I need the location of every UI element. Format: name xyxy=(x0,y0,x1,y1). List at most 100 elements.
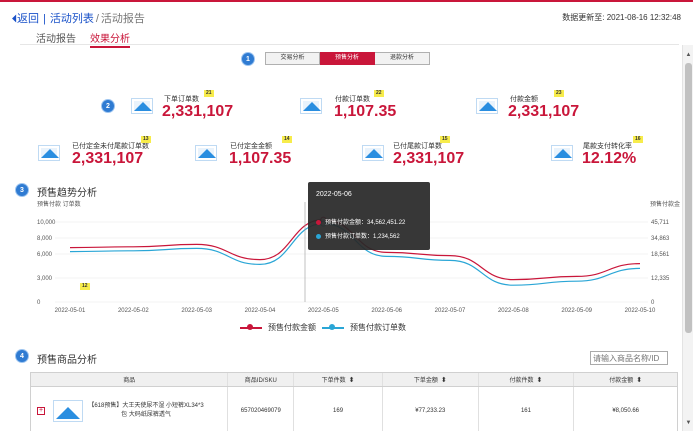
product-cell: + 【618预售】大王天使尿不湿 小短裤XL34*3包 大码纸尿裤透气 xyxy=(31,387,229,431)
image-placeholder-icon xyxy=(38,145,60,161)
back-link[interactable]: 返回 xyxy=(17,13,39,25)
annotation-tag: 13 xyxy=(141,136,151,143)
breadcrumb: ⏴返回 | 活动列表 / 活动报告 xyxy=(12,10,145,26)
order-amount: ¥77,233.23 xyxy=(383,387,479,431)
legend-item-amount[interactable]: 预售付款金额 xyxy=(240,322,316,333)
column-header-paid-qty[interactable]: 付款件数 ⬍ xyxy=(479,373,575,386)
x-tick-label: 2022-05-01 xyxy=(55,308,86,314)
sort-icon[interactable]: ⬍ xyxy=(441,376,447,384)
y-right-tick-label: 45,711 xyxy=(651,220,670,226)
legend-line-icon xyxy=(322,323,344,330)
breadcrumb-separator: | xyxy=(43,13,46,25)
image-placeholder-icon xyxy=(476,98,498,114)
y-left-tick-label: 0 xyxy=(37,300,41,306)
y-left-ticks: 10,000 8,000 6,000 3,000 0 xyxy=(37,220,56,306)
annotation-tag: 22 xyxy=(374,90,384,97)
annotation-tag: 14 xyxy=(282,136,292,143)
sort-icon[interactable]: ⬍ xyxy=(537,376,543,384)
kpi-value-balance-conversion: 12.12% xyxy=(582,150,637,167)
table-row: + 【618预售】大王天使尿不湿 小短裤XL34*3包 大码纸尿裤透气 6570… xyxy=(31,387,677,431)
y-right-axis-title: 预售付款金额 xyxy=(650,200,680,208)
paid-qty: 161 xyxy=(479,387,575,431)
legend-item-orders[interactable]: 预售付款订单数 xyxy=(322,322,406,333)
product-image-icon xyxy=(53,400,83,422)
divider xyxy=(20,44,679,45)
analysis-type-switch: 交易分析 预售分析 退款分析 xyxy=(265,52,430,65)
segment-refund-analysis[interactable]: 退款分析 xyxy=(375,52,430,65)
column-header-paid-amount[interactable]: 付款金额 ⬍ xyxy=(574,373,677,386)
product-id: 657020469079 xyxy=(228,387,295,431)
x-tick-label: 2022-05-03 xyxy=(181,308,212,314)
kpi-value-balance-paid: 2,331,107 xyxy=(393,150,465,167)
breadcrumb-current: 活动报告 xyxy=(100,13,145,25)
x-tick-label: 2022-05-10 xyxy=(625,308,656,314)
x-tick-label: 2022-05-05 xyxy=(308,308,339,314)
x-tick-label: 2022-05-02 xyxy=(118,308,149,314)
tab-effect-analysis[interactable]: 效果分析 xyxy=(90,30,130,48)
legend-label: 预售付款订单数 xyxy=(350,323,406,332)
segment-presale-analysis[interactable]: 预售分析 xyxy=(320,52,375,65)
y-right-ticks: 45,711 34,863 18,561 12,335 0 xyxy=(651,220,670,306)
step-badge-2: 2 xyxy=(101,99,115,113)
column-header-label: 付款金额 xyxy=(609,378,634,384)
y-right-tick-label: 0 xyxy=(651,300,655,306)
sort-icon[interactable]: ⬍ xyxy=(636,376,642,384)
y-left-tick-label: 10,000 xyxy=(37,220,56,226)
column-header-id: 商品ID/SKU xyxy=(228,373,295,386)
scroll-down-icon[interactable]: ▼ xyxy=(683,417,693,429)
x-tick-label: 2022-05-08 xyxy=(498,308,529,314)
breadcrumb-separator: / xyxy=(95,13,99,25)
y-right-tick-label: 18,561 xyxy=(651,252,670,258)
table-header: 商品 商品ID/SKU 下单件数 ⬍ 下单金额 ⬍ 付款件数 ⬍ 付款金额 ⬍ xyxy=(31,373,677,387)
column-header-order-qty[interactable]: 下单件数 ⬍ xyxy=(294,373,383,386)
chart-tooltip: 2022-05-06 预售付款金额：34,562,451.22 预售付款订单数：… xyxy=(308,182,430,250)
tooltip-amount-text: 预售付款金额：34,562,451.22 xyxy=(325,220,406,226)
column-header-label: 付款件数 xyxy=(509,378,534,384)
step-badge-4: 4 xyxy=(15,349,29,363)
image-placeholder-icon xyxy=(362,145,384,161)
kpi-value-paid-orders: 1,107.35 xyxy=(334,103,397,120)
annotation-tag: 12 xyxy=(80,283,90,290)
sort-icon[interactable]: ⬍ xyxy=(349,376,355,384)
step-badge-1: 1 xyxy=(241,52,255,66)
column-header-label: 下单件数 xyxy=(321,378,346,384)
y-left-tick-label: 6,000 xyxy=(37,252,53,258)
order-qty: 169 xyxy=(294,387,383,431)
x-tick-label: 2022-05-06 xyxy=(371,308,402,314)
tab-bar: 活动报告 效果分析 xyxy=(36,30,144,48)
column-header-order-amount[interactable]: 下单金额 ⬍ xyxy=(383,373,479,386)
expand-plus-icon[interactable]: + xyxy=(37,407,45,415)
annotation-tag: 16 xyxy=(633,136,643,143)
y-right-tick-label: 12,335 xyxy=(651,276,670,282)
x-axis-ticks: 2022-05-01 2022-05-02 2022-05-03 2022-05-04… xyxy=(55,308,656,314)
product-table: 商品 商品ID/SKU 下单件数 ⬍ 下单金额 ⬍ 付款件数 ⬍ 付款金额 ⬍ + 【6… xyxy=(30,372,678,431)
x-tick-label: 2022-05-07 xyxy=(435,308,466,314)
activity-list-link[interactable]: 活动列表 xyxy=(50,13,94,25)
kpi-value-paid-amount: 2,331,107 xyxy=(508,103,580,120)
annotation-tag: 15 xyxy=(440,136,450,143)
step-badge-3: 3 xyxy=(15,183,29,197)
annotation-tag: 23 xyxy=(554,90,564,97)
tooltip-orders-text: 预售付款订单数：1,234,562 xyxy=(325,234,400,240)
scroll-up-icon[interactable]: ▲ xyxy=(683,49,693,61)
tooltip-date: 2022-05-06 xyxy=(316,191,352,198)
data-updated-time: 数据更新至: 2021-08-16 12:32:48 xyxy=(562,13,681,22)
y-left-tick-label: 8,000 xyxy=(37,236,53,242)
y-left-axis-title: 预售付款 订单数 xyxy=(37,200,81,208)
kpi-value-deposit-unpaid: 2,331,107 xyxy=(72,150,144,167)
kpi-value-deposit-amount: 1,107.35 xyxy=(229,150,292,167)
vertical-scrollbar[interactable]: ▲ ▼ xyxy=(682,45,693,431)
scroll-thumb[interactable] xyxy=(685,63,692,333)
legend-line-icon xyxy=(240,323,262,330)
product-name: 【618预售】大王天使尿不湿 小短裤XL34*3包 大码纸尿裤透气 xyxy=(88,403,204,418)
image-placeholder-icon xyxy=(195,145,217,161)
legend-dot-icon xyxy=(316,219,321,225)
x-tick-label: 2022-05-04 xyxy=(245,308,276,314)
column-header-label: 下单金额 xyxy=(413,378,438,384)
tooltip-row-orders: 预售付款订单数：1,234,562 xyxy=(316,231,400,240)
product-search-input[interactable] xyxy=(590,351,668,365)
kpi-value-order-count: 2,331,107 xyxy=(162,103,234,120)
annotation-tag: 21 xyxy=(204,90,214,97)
column-header-product: 商品 xyxy=(31,373,229,386)
segment-trade-analysis[interactable]: 交易分析 xyxy=(265,52,320,65)
